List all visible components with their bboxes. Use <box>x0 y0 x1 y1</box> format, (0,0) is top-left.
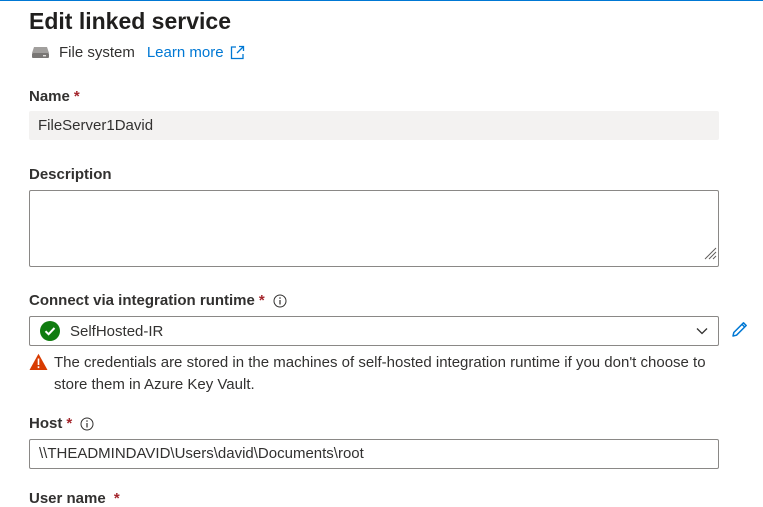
host-info-icon[interactable] <box>80 417 94 431</box>
file-system-icon <box>31 45 50 59</box>
description-label-text: Description <box>29 166 112 183</box>
top-border <box>0 0 763 1</box>
learn-more-label: Learn more <box>146 43 224 61</box>
username-label: User name * <box>29 490 120 507</box>
username-label-text: User name <box>29 490 106 507</box>
runtime-label: Connect via integration runtime * <box>29 292 287 309</box>
runtime-required-mark: * <box>258 292 265 309</box>
runtime-label-text: Connect via integration runtime <box>29 292 255 309</box>
info-icon[interactable] <box>273 294 287 308</box>
warning-icon <box>29 353 48 371</box>
page-title: Edit linked service <box>29 8 231 34</box>
runtime-dropdown[interactable]: SelfHosted-IR <box>29 316 719 346</box>
description-label: Description <box>29 166 112 183</box>
host-label-text: Host <box>29 415 63 432</box>
name-field[interactable]: FileServer1David <box>29 111 719 140</box>
username-required-mark: * <box>113 490 120 507</box>
host-label: Host * <box>29 415 94 432</box>
name-required-mark: * <box>73 88 80 105</box>
chevron-down-icon <box>696 327 708 335</box>
name-label: Name * <box>29 88 80 105</box>
service-type-row: File system Learn more <box>31 41 245 63</box>
host-input[interactable]: \\THEADMINDAVID\Users\david\Documents\ro… <box>29 439 719 469</box>
name-label-text: Name <box>29 88 70 105</box>
description-textarea[interactable] <box>29 190 719 267</box>
external-link-icon <box>230 45 245 60</box>
host-required-mark: * <box>66 415 73 432</box>
credentials-warning: The credentials are stored in the machin… <box>29 352 729 396</box>
service-type-label: File system <box>59 43 135 61</box>
warning-text: The credentials are stored in the machin… <box>54 354 706 393</box>
edit-runtime-pencil-icon[interactable] <box>729 318 751 340</box>
check-circle-icon <box>40 321 60 341</box>
runtime-selected-value: SelfHosted-IR <box>70 322 164 340</box>
learn-more-link[interactable]: Learn more <box>147 44 245 61</box>
resize-grip-icon[interactable] <box>701 244 717 265</box>
